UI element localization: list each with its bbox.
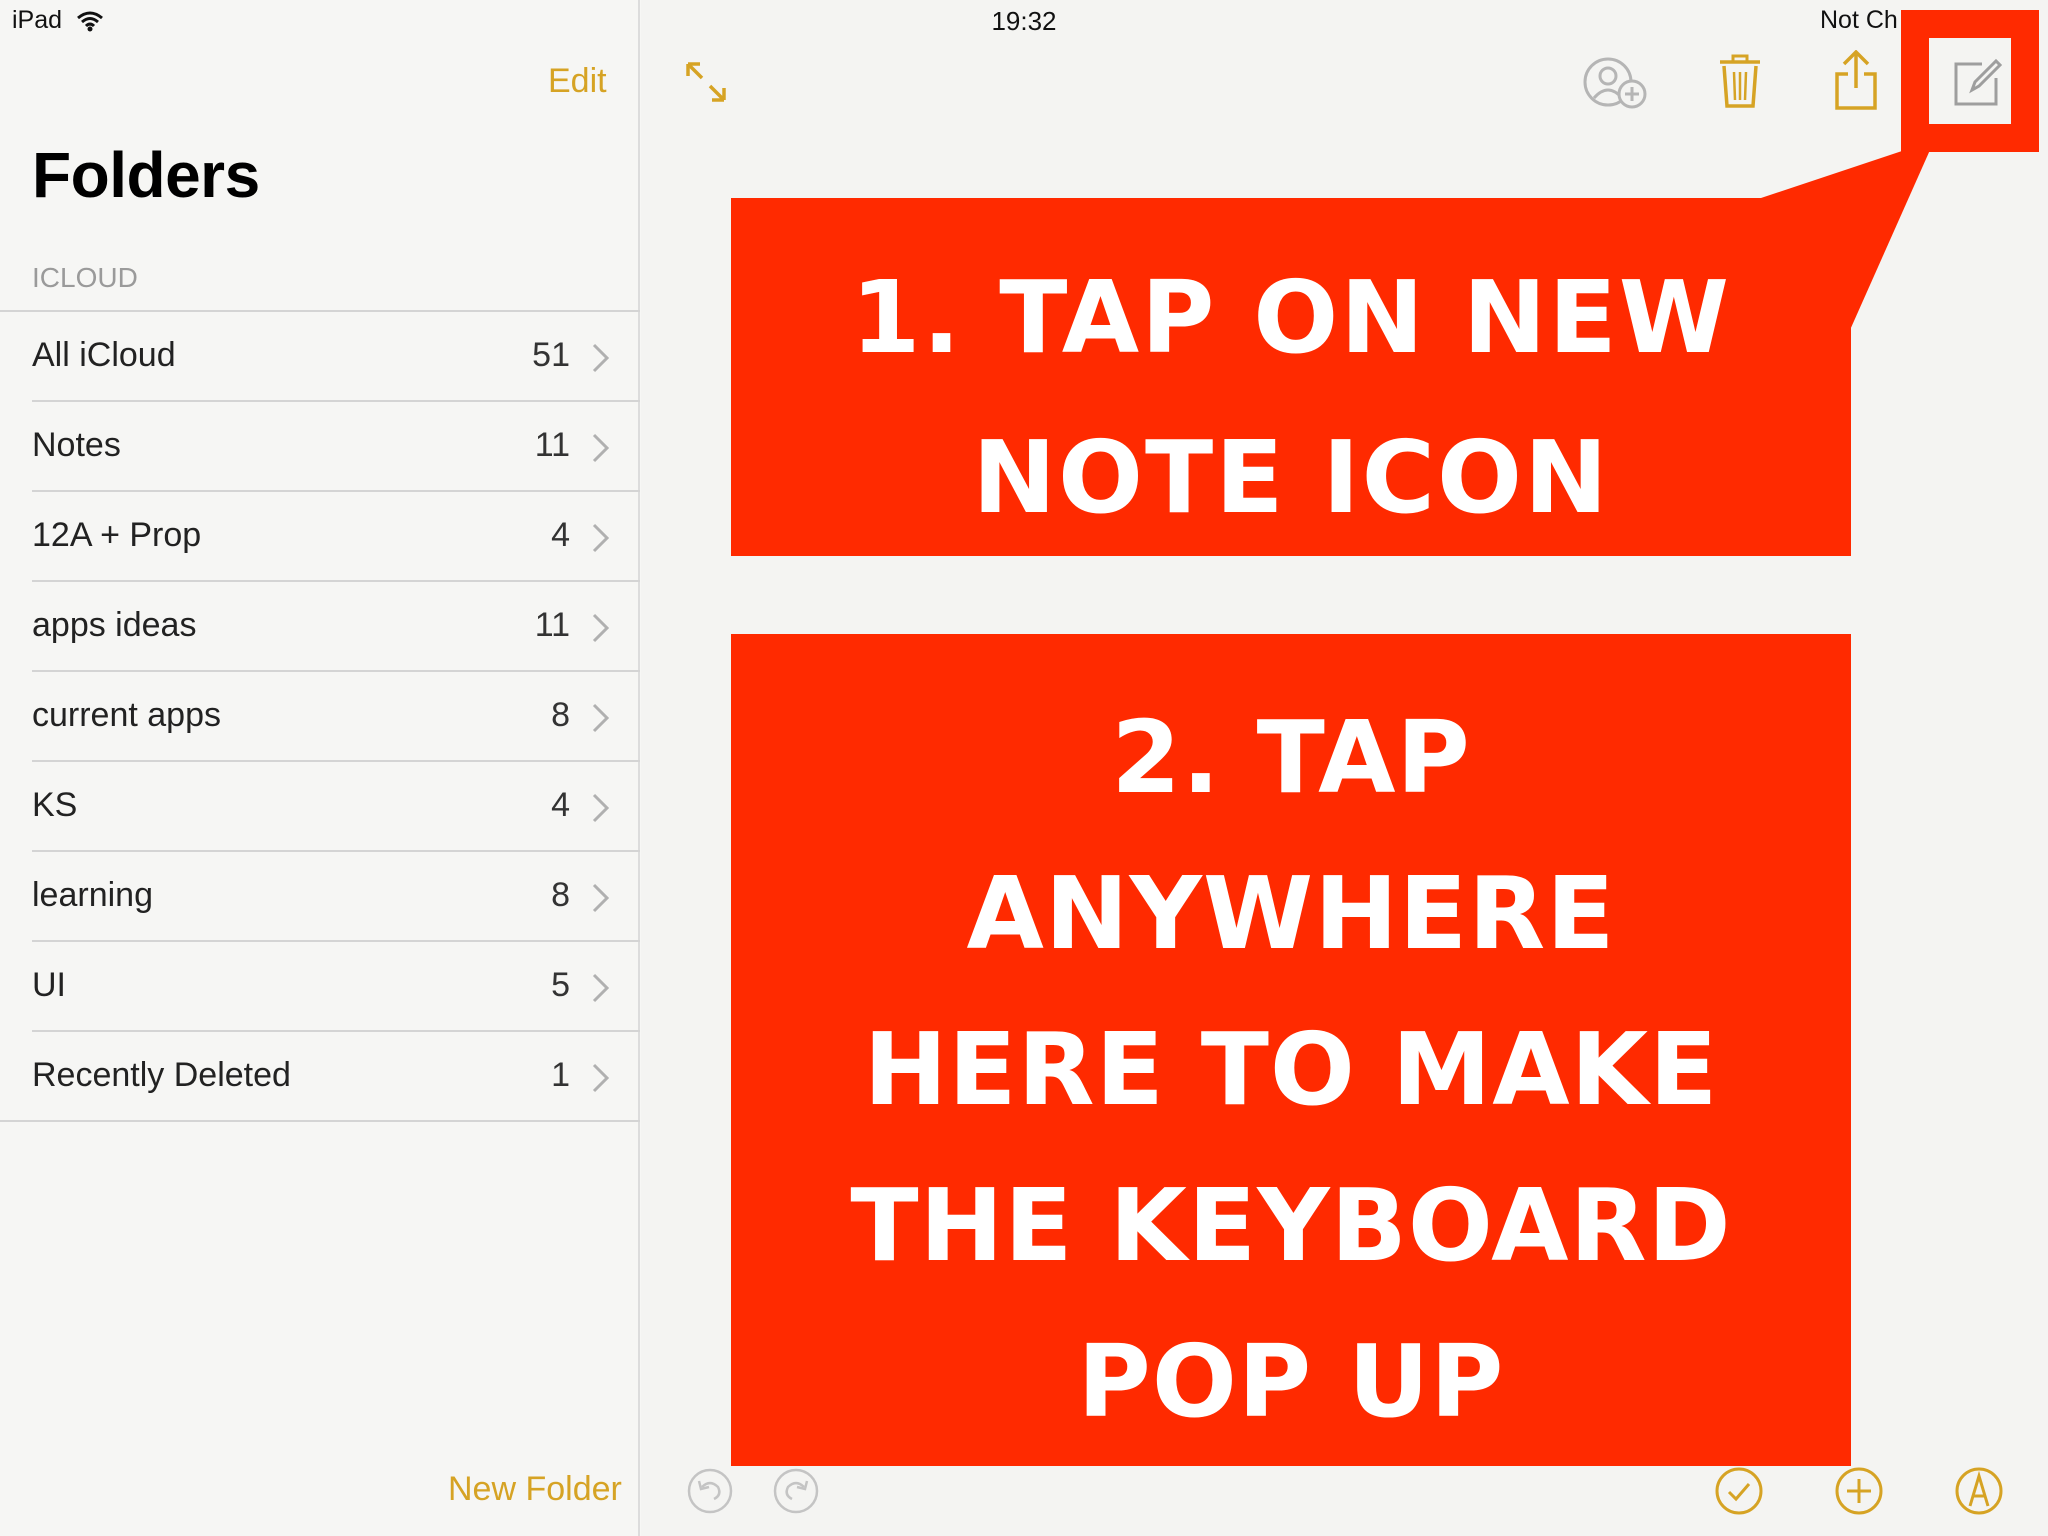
callout-text: THE KEYBOARD bbox=[850, 1167, 1732, 1284]
callout-text: NOTE ICON bbox=[972, 419, 1610, 536]
callout-text: ANYWHERE bbox=[966, 855, 1616, 972]
markup-icon[interactable] bbox=[1954, 1466, 2004, 1516]
callout-text: 2. TAP bbox=[1111, 699, 1471, 816]
callout-text: HERE TO MAKE bbox=[863, 1011, 1719, 1128]
callout-step-1: 1. TAP ON NEW NOTE ICON bbox=[731, 198, 1851, 556]
checklist-icon[interactable] bbox=[1714, 1466, 1764, 1516]
callout-step-2: 2. TAP ANYWHERE HERE TO MAKE THE KEYBOAR… bbox=[731, 634, 1851, 1466]
callout-text: 1. TAP ON NEW bbox=[850, 259, 1732, 376]
add-icon[interactable] bbox=[1834, 1466, 1884, 1516]
redo-icon[interactable] bbox=[772, 1467, 820, 1515]
undo-icon[interactable] bbox=[686, 1467, 734, 1515]
callout-text: POP UP bbox=[1077, 1323, 1505, 1440]
